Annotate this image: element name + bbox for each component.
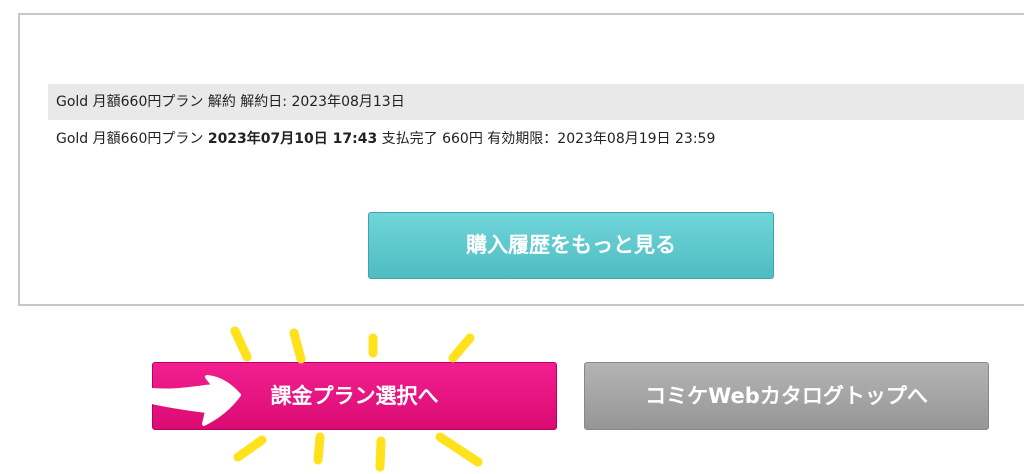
purchase-history-page: Gold 月額660円プラン 解約 解約日: 2023年08月13日 Gold … bbox=[0, 0, 1024, 474]
row-payment-amount: 660円 bbox=[442, 131, 483, 147]
row-plan-name: Gold 月額660円プラン bbox=[56, 94, 204, 110]
more-history-button[interactable]: 購入履歴をもっと見る bbox=[368, 212, 774, 279]
history-row-cancellation: Gold 月額660円プラン 解約 解約日: 2023年08月13日 bbox=[48, 84, 1024, 120]
plan-select-button[interactable]: 課金プラン選択へ bbox=[152, 362, 557, 430]
row-payment-datetime: 2023年07月10日 17:43 bbox=[207, 131, 378, 147]
row-plan-name: Gold 月額660円プラン bbox=[56, 131, 204, 147]
row-action: 解約 bbox=[207, 94, 236, 110]
history-row-payment: Gold 月額660円プラン 2023年07月10日 17:43 支払完了 66… bbox=[48, 121, 1024, 157]
row-expiry: 有効期限：2023年08月19日 23:59 bbox=[487, 131, 716, 147]
catalog-top-button[interactable]: コミケWebカタログトップへ bbox=[584, 362, 989, 430]
row-cancel-date: 解約日: 2023年08月13日 bbox=[240, 94, 405, 110]
purchase-history-panel: Gold 月額660円プラン 解約 解約日: 2023年08月13日 Gold … bbox=[18, 13, 1024, 306]
row-payment-status: 支払完了 bbox=[381, 131, 438, 147]
